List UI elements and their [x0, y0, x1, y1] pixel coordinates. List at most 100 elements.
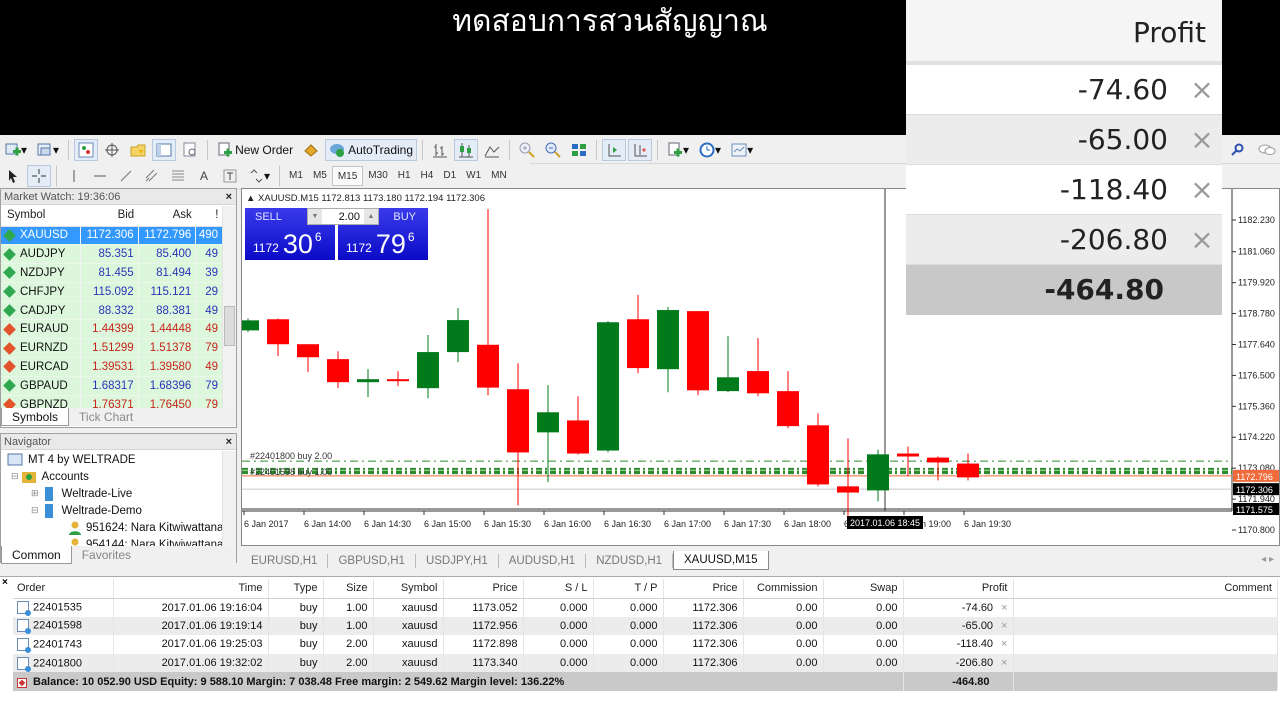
column-header[interactable]: Type [268, 579, 324, 599]
expand-icon[interactable]: ⊞ [31, 488, 39, 499]
column-header[interactable]: Price [663, 579, 744, 599]
close-icon[interactable]: × [2, 577, 8, 588]
templates-button[interactable]: ▾ [727, 139, 757, 161]
text-label-tool[interactable] [218, 165, 242, 187]
new-chart-button[interactable]: ▾ [1, 139, 31, 161]
market-watch-row[interactable]: NZDJPY 81.455 81.494 39 [1, 263, 223, 283]
equidistant-channel-tool[interactable] [140, 165, 164, 187]
tab-common[interactable]: Common [1, 546, 72, 564]
terminal-toggle[interactable] [152, 139, 177, 161]
collapse-icon[interactable]: ⊟ [11, 471, 19, 482]
close-order-icon[interactable]: × [1001, 602, 1007, 614]
lot-size-stepper[interactable]: ▼ 2.00 ▲ [307, 208, 379, 225]
market-watch-row[interactable]: XAUUSD 1172.306 1172.796 490 [1, 226, 223, 246]
periods-button[interactable]: ▾ [695, 139, 725, 161]
timeframe-m5[interactable]: M5 [308, 166, 332, 186]
profiles-button[interactable]: ▾ [33, 139, 63, 161]
chart-tab[interactable]: NZDUSD,H1 [586, 554, 674, 568]
chart-shift-button[interactable] [628, 139, 653, 161]
text-tool[interactable]: A [192, 165, 216, 187]
fibonacci-tool[interactable] [166, 165, 190, 187]
metaeditor-button[interactable] [299, 139, 323, 161]
column-header-symbol[interactable]: Symbol [1, 205, 81, 227]
indicators-button[interactable]: ▾ [663, 139, 693, 161]
new-order-button[interactable]: New Order [213, 139, 297, 161]
column-header[interactable]: Size [323, 579, 374, 599]
market-watch-toggle[interactable] [74, 139, 99, 161]
market-watch-row[interactable]: EURAUD 1.44399 1.44448 49 [1, 319, 223, 340]
tab-tick-chart[interactable]: Tick Chart [69, 408, 143, 426]
candlestick-chart-button[interactable] [454, 139, 479, 161]
chart-tab[interactable]: AUDUSD,H1 [499, 554, 587, 568]
tab-symbols[interactable]: Symbols [1, 408, 70, 426]
autotrading-button[interactable]: AutoTrading [325, 139, 418, 161]
navigator-scrollbar[interactable] [222, 451, 236, 546]
close-icon[interactable]: × [226, 189, 232, 205]
strategy-tester-toggle[interactable] [178, 139, 202, 161]
market-watch-row[interactable]: EURCAD 1.39531 1.39580 49 [1, 357, 223, 377]
tree-item-accounts[interactable]: ⊟ Accounts [11, 468, 89, 485]
column-header[interactable]: Swap [823, 579, 904, 599]
trade-row[interactable]: 22401800 2017.01.06 19:32:02 buy 2.00 xauusd… [13, 653, 1278, 673]
cursor-tool[interactable] [1, 165, 25, 187]
column-header[interactable]: Time [113, 579, 269, 599]
trade-row[interactable]: 22401743 2017.01.06 19:25:03 buy 2.00 xauusd… [13, 635, 1278, 654]
close-order-icon[interactable]: × [1001, 657, 1007, 669]
chart-tab[interactable]: XAUUSD,M15 [673, 551, 769, 570]
timeframe-m15[interactable]: M15 [331, 166, 364, 186]
zoom-out-button[interactable] [541, 139, 565, 161]
market-watch-row[interactable]: CHFJPY 115.092 115.121 29 [1, 282, 223, 302]
timeframe-mn[interactable]: MN [486, 166, 512, 186]
chart-tab[interactable]: EURUSD,H1 [241, 554, 329, 568]
column-header-ask[interactable]: Ask [138, 205, 196, 227]
close-order-icon[interactable]: × [1001, 638, 1007, 650]
search-icon[interactable] [1230, 142, 1246, 158]
tile-windows-button[interactable] [567, 139, 591, 161]
chart-tab[interactable]: USDJPY,H1 [416, 554, 499, 568]
close-order-icon[interactable]: × [1001, 620, 1007, 632]
tree-item-platform[interactable]: MT 4 by WELTRADE [7, 451, 136, 468]
column-header[interactable]: Price [443, 579, 524, 599]
navigator-toggle[interactable] [126, 139, 150, 161]
column-header-spread[interactable]: ! [195, 205, 223, 227]
market-watch-row[interactable]: GBPAUD 1.68317 1.68396 79 [1, 376, 223, 396]
tree-item-weltrade-live[interactable]: ⊞ Weltrade-Live [31, 485, 132, 502]
crosshair-tool[interactable] [27, 165, 51, 187]
timeframe-h1[interactable]: H1 [393, 166, 416, 186]
column-header[interactable]: Order [13, 579, 114, 599]
column-header[interactable]: S / L [523, 579, 594, 599]
lot-size-input[interactable]: 2.00 [322, 211, 364, 223]
tree-item-weltrade-demo[interactable]: ⊟ Weltrade-Demo [31, 502, 142, 519]
data-window-toggle[interactable] [100, 139, 124, 161]
chart-tabs-scroll[interactable]: ◂ ▸ [1261, 554, 1274, 565]
chat-icon[interactable] [1258, 142, 1276, 158]
column-header-bid[interactable]: Bid [80, 205, 139, 227]
arrows-tool[interactable]: ▾ [244, 165, 274, 187]
vertical-line-tool[interactable] [62, 165, 86, 187]
timeframe-w1[interactable]: W1 [461, 166, 486, 186]
column-header[interactable]: Comment [1013, 579, 1278, 599]
scrollbar-thumb[interactable] [224, 306, 235, 346]
tree-item-account[interactable]: 951624: Nara Kitwiwattanai [67, 519, 226, 536]
bar-chart-button[interactable] [428, 139, 452, 161]
chart-tab[interactable]: GBPUSD,H1 [328, 554, 416, 568]
trade-row[interactable]: 22401598 2017.01.06 19:19:14 buy 1.00 xauusd… [13, 616, 1278, 636]
column-header[interactable]: Commission [743, 579, 824, 599]
column-header[interactable]: Symbol [373, 579, 444, 599]
market-watch-scrollbar[interactable] [222, 206, 236, 408]
column-header[interactable]: T / P [593, 579, 664, 599]
auto-scroll-button[interactable] [602, 139, 627, 161]
column-header[interactable]: Profit [903, 579, 1014, 599]
increase-lot-button[interactable]: ▲ [364, 209, 378, 224]
timeframe-h4[interactable]: H4 [416, 166, 439, 186]
line-chart-button[interactable] [480, 139, 504, 161]
collapse-icon[interactable]: ⊟ [31, 505, 39, 516]
horizontal-line-tool[interactable] [88, 165, 112, 187]
trade-row[interactable]: 22401535 2017.01.06 19:16:04 buy 1.00 xauusd… [13, 598, 1278, 617]
tab-favorites[interactable]: Favorites [72, 546, 141, 564]
timeframe-m30[interactable]: M30 [363, 166, 392, 186]
market-watch-row[interactable]: AUDJPY 85.351 85.400 49 [1, 244, 223, 265]
timeframe-d1[interactable]: D1 [438, 166, 461, 186]
market-watch-row[interactable]: EURNZD 1.51299 1.51378 79 [1, 338, 223, 359]
close-icon[interactable]: × [226, 434, 232, 450]
